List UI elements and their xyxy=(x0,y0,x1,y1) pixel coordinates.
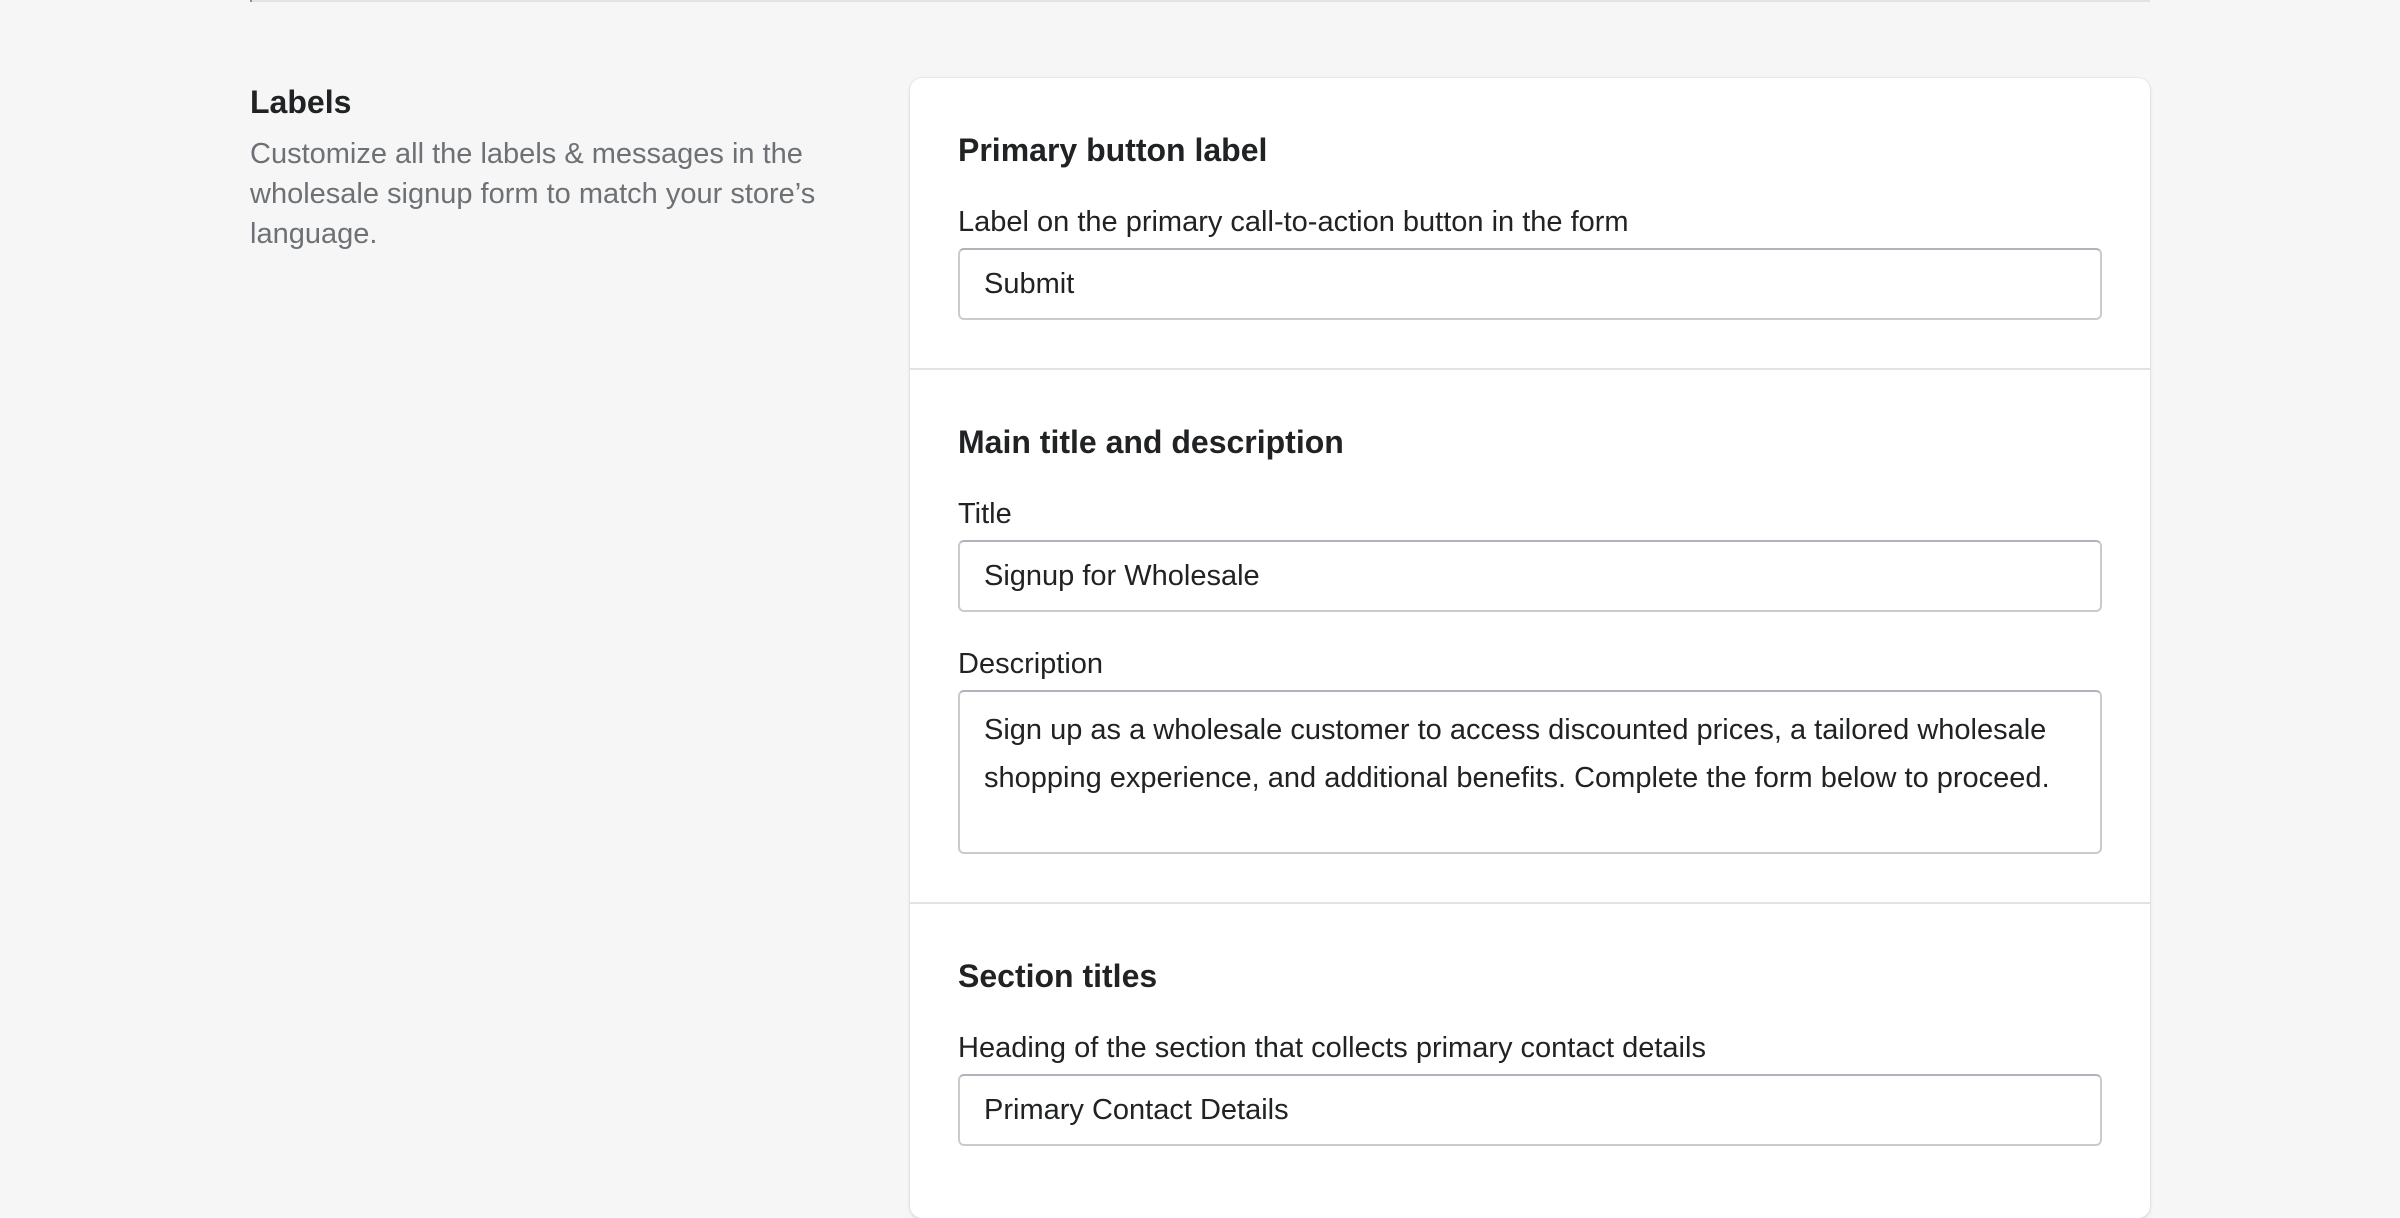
field-label: Label on the primary call-to-action butt… xyxy=(958,206,1629,238)
field-label: Title xyxy=(958,498,1012,530)
main-title-section: Main title and description Title Descrip… xyxy=(910,370,2150,902)
annotation-title: Labels xyxy=(250,84,352,120)
top-divider xyxy=(250,0,2150,2)
primary-button-section: Primary button label Label on the primar… xyxy=(910,78,2150,368)
field-label: Description xyxy=(958,648,1104,680)
labels-annotation: Labels Customize all the labels & messag… xyxy=(250,80,860,254)
description-textarea[interactable]: Sign up as a wholesale customer to acces… xyxy=(958,690,2102,854)
labels-card: Primary button label Label on the primar… xyxy=(910,78,2150,1218)
primary-contact-heading-input[interactable] xyxy=(958,1074,2102,1146)
section-titles-section: Section titles Heading of the section th… xyxy=(910,904,2150,1194)
section-title: Section titles xyxy=(958,958,1158,994)
section-title: Primary button label xyxy=(958,132,1268,168)
section-title: Main title and description xyxy=(958,424,1344,460)
title-input[interactable] xyxy=(958,540,2102,612)
annotation-description: Customize all the labels & messages in t… xyxy=(250,138,816,250)
primary-button-label-input[interactable] xyxy=(958,248,2102,320)
field-label: Heading of the section that collects pri… xyxy=(958,1032,1706,1064)
